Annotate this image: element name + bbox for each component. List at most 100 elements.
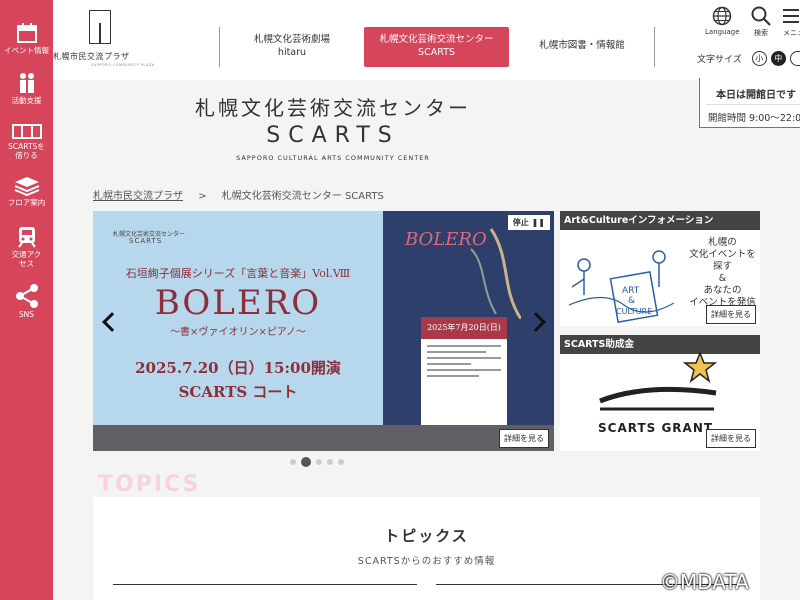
logo-mark [89,10,111,44]
slide-mini-scarts: SCARTS [129,237,163,245]
sidebar-item-access[interactable]: 交通アクセス [0,226,53,268]
font-size-control: 文字サイズ 小 中 [697,51,800,66]
sidebar-label: 交通アクセス [11,250,42,268]
grant-logo-text: SCARTS GRANT [598,421,714,435]
topics-bg-text: TOPICS [98,472,201,497]
train-icon [17,227,36,248]
slide-venue: SCARTS コート [178,383,298,401]
nav-divider [654,27,655,67]
poster-title: BOLERO [405,229,487,250]
logo-text: 札幌市民交流プラザ [53,52,130,61]
sidebar-item-sns[interactable]: SNS [0,284,53,319]
globe-icon [712,6,732,26]
nav-divider [219,27,220,67]
slide-tagline: ～書×ヴァイオリン×ピアノ～ [170,327,306,338]
grant-illustration [599,350,718,411]
slider-dot[interactable] [338,459,344,465]
copyright-watermark: ©MDATA [660,570,749,594]
sidebar-item-rental[interactable]: SCARTSを借りる [0,122,53,160]
slider-dot[interactable] [327,459,333,465]
font-large-button[interactable] [789,51,800,66]
language-button[interactable]: Language [705,6,740,36]
sidebar-item-floor[interactable]: フロア案内 [0,176,53,207]
topics-title: トピックス [384,527,469,545]
people-icon [19,73,34,93]
slider-dot[interactable] [316,459,322,465]
slide-caption-bar: 詳細を見る [93,425,554,451]
topic-card-border [113,584,417,585]
breadcrumb-sep: > [198,191,207,202]
page-title-sub: SAPPORO CULTURAL ARTS COMMUNITY CENTER [236,154,430,162]
slider-stop-button[interactable]: 停止 ❚❚ [507,215,550,230]
panel-title: Art&Cultureインフォメーション [560,211,760,230]
search-icon [751,6,771,26]
nav-sublabel: SCARTS [418,47,455,58]
ac-line: あなたの [703,285,742,296]
font-small-button[interactable]: 小 [751,51,767,66]
share-icon [15,284,38,308]
breadcrumb-home[interactable]: 札幌市民交流プラザ [93,191,183,202]
opening-hours-box: 本日は開館日です 開館時間 9:00～22:00 [699,78,800,128]
breadcrumb: 札幌市民交流プラザ > 札幌文化芸術交流センター SCARTS [93,187,384,202]
nav-library[interactable]: 札幌市図書・情報館 [515,27,649,67]
scarts-grant-panel[interactable]: SCARTS助成金 SCARTS GRANT 詳細を見る [560,335,760,451]
nav-label: 札幌文化芸術劇場 [253,34,330,45]
sidebar-label: フロア案内 [7,198,46,207]
art-culture-panel[interactable]: Art&Cultureインフォメーション ART & CULTURE 札幌の 文… [560,211,760,326]
sidebar-label: SCARTSを借りる [8,142,45,160]
sidebar-label: SNS [18,310,35,319]
ac-logo-culture: CULTURE [616,307,652,316]
hamburger-icon [783,9,799,23]
search-button[interactable]: 検索 [749,6,773,38]
search-label: 検索 [754,29,768,37]
page-title: 札幌文化芸術交流センター SCARTS SAPPORO CULTURAL ART… [53,92,613,162]
ac-line: 文化イベントを探す [689,249,756,272]
ac-line: 札幌の [708,237,737,248]
open-hours: 開館時間 9:00～22:00 [708,113,800,124]
divider [706,104,800,105]
breadcrumb-current: 札幌文化芸術交流センター SCARTS [221,191,384,202]
nav-label: 札幌市図書・情報館 [539,40,625,51]
language-label: Language [705,28,740,36]
sidebar-item-support[interactable]: 活動支援 [0,72,53,105]
nav-scarts[interactable]: 札幌文化芸術交流センター SCARTS [364,27,509,67]
art-culture-illustration: ART & CULTURE [568,250,675,323]
floors-icon [14,177,39,196]
page-title-jp: 札幌文化芸術交流センター [195,96,471,120]
ac-detail-button[interactable]: 詳細を見る [706,305,756,324]
poster-text-lines [427,345,501,381]
rooms-icon [11,124,42,139]
slide-date: 2025.7.20（日）15:00開演 [135,359,341,377]
site-header: 札幌市民交流プラザ SAPPORO COMMUNITY PLAZA 札幌文化芸術… [53,0,800,80]
sidebar-item-events[interactable]: イベント情報 [0,22,53,55]
sidebar-label: イベント情報 [4,46,49,55]
nav-hitaru[interactable]: 札幌文化芸術劇場 hitaru [225,27,359,67]
nav-sublabel: hitaru [277,47,307,58]
font-size-label: 文字サイズ [697,55,742,65]
sidebar-nav: イベント情報 活動支援 SCARTSを借りる フロア案内 交通アクセス SNS [0,0,53,600]
open-status: 本日は開館日です [716,90,796,101]
slider-dots [290,457,344,467]
slider-dot-active[interactable] [301,457,311,467]
font-medium-button[interactable]: 中 [770,51,786,66]
hero-slider[interactable]: 札幌文化芸術交流センター SCARTS 石垣絢子個展シリーズ「言葉と音楽」Vol… [93,211,554,451]
topics-subtitle: SCARTSからのおすすめ情報 [357,556,496,567]
grant-detail-button[interactable]: 詳細を見る [706,429,756,448]
slide-banner[interactable]: 札幌文化芸術交流センター SCARTS 石垣絢子個展シリーズ「言葉と音楽」Vol… [93,211,383,425]
slide-series: 石垣絢子個展シリーズ「言葉と音楽」Vol.Ⅷ [125,267,351,280]
logo-subtext: SAPPORO COMMUNITY PLAZA [91,63,155,67]
page-title-en: SCARTS [266,123,400,148]
nav-label: 札幌文化芸術交流センター [379,34,494,45]
site-logo[interactable]: 札幌市民交流プラザ SAPPORO COMMUNITY PLAZA [53,8,203,68]
ac-logo-amp: & [628,296,635,306]
slider-dot[interactable] [290,459,296,465]
menu-button[interactable]: メニュー [783,6,800,38]
slide-detail-button[interactable]: 詳細を見る [499,429,549,448]
calendar-icon [16,23,37,43]
poster-date: 2025年7月20日(日) [421,317,507,339]
ac-line: & [718,273,727,284]
menu-label: メニュー [783,29,800,37]
poster-card: 2025年7月20日(日) [421,317,507,425]
slide-title: BOLERO [154,283,322,323]
ac-logo-art: ART [622,286,640,296]
